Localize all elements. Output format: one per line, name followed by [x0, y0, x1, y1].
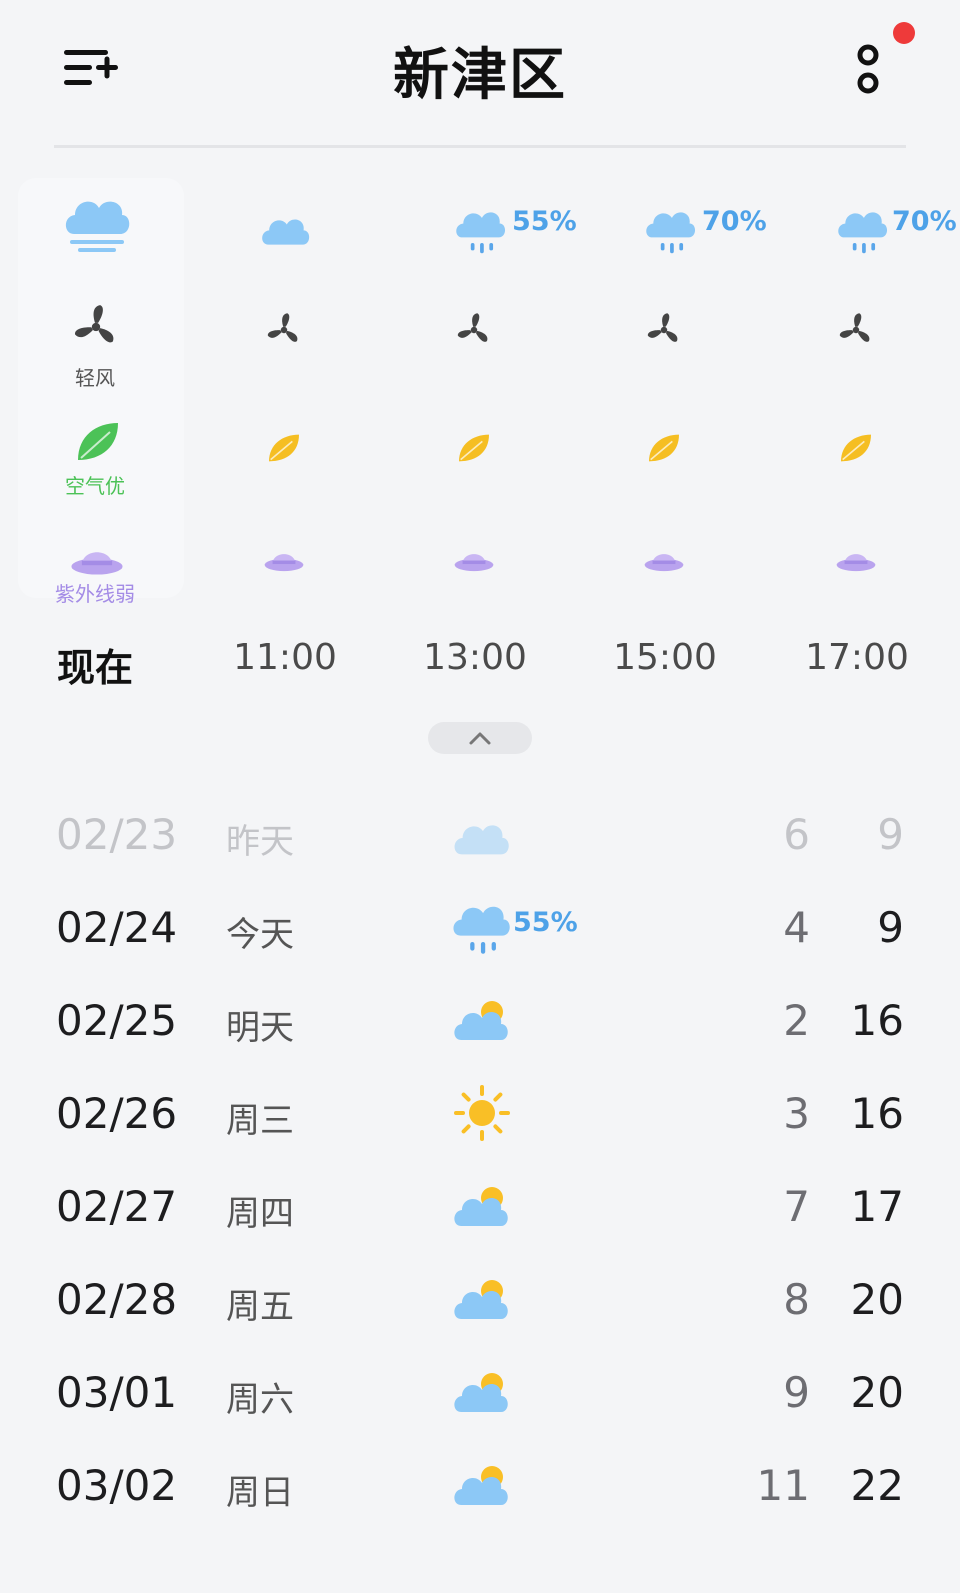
daily-high-temp: 17: [850, 1182, 904, 1231]
daily-day: 周五: [226, 1287, 294, 1327]
sun-icon: [454, 1085, 510, 1141]
daily-day: 明天: [226, 1008, 294, 1048]
daily-day: 周三: [226, 1101, 294, 1141]
daily-day: 昨天: [226, 822, 294, 862]
daily-date: 02/28: [56, 1275, 178, 1324]
hourly-forecast[interactable]: 轻风 空气优 紫外线弱 现在 11:00 55% 13:00 70% 15:00…: [0, 150, 960, 710]
daily-high-temp: 9: [877, 810, 904, 859]
daily-high-temp: 9: [877, 903, 904, 952]
hourly-time: 15:00: [613, 637, 717, 678]
daily-date: 02/26: [56, 1089, 178, 1138]
daily-row[interactable]: 03/01 周六 9 20: [0, 1350, 960, 1443]
wind-fan-icon: [838, 313, 872, 343]
daily-row[interactable]: 03/02 周日 11 22: [0, 1443, 960, 1536]
wind-fan-icon: [73, 305, 117, 344]
daily-day: 今天: [226, 915, 294, 955]
cloud-rain-icon: [646, 212, 696, 254]
daily-low-temp: 3: [783, 1089, 810, 1138]
divider: [54, 145, 906, 148]
hourly-column-now[interactable]: 轻风 空气优 紫外线弱 现在: [0, 150, 190, 710]
top-bar: 新津区: [0, 0, 960, 140]
cloud-fog-icon: [65, 201, 130, 252]
uv-hat-icon: [454, 554, 494, 572]
daily-low-temp: 11: [756, 1461, 810, 1510]
partly-cloudy-icon: [454, 1466, 508, 1505]
hourly-column[interactable]: 70% 17:00: [770, 150, 960, 710]
notification-dot: [893, 22, 915, 44]
partly-cloudy-icon: [454, 1280, 508, 1319]
daily-low-temp: 8: [783, 1275, 810, 1324]
daily-day: 周六: [226, 1380, 294, 1420]
hourly-time: 现在: [56, 646, 133, 690]
wind-label: 轻风: [75, 366, 115, 390]
daily-row[interactable]: 02/26 周三 3 16: [0, 1071, 960, 1164]
hourly-column[interactable]: 11:00: [190, 150, 380, 710]
daily-date: 03/01: [56, 1368, 178, 1417]
hourly-column[interactable]: 70% 15:00: [570, 150, 767, 710]
uv-hat-icon: [836, 554, 876, 572]
air-quality-label: 空气优: [65, 474, 125, 498]
collapse-button[interactable]: [428, 722, 532, 754]
uv-label: 紫外线弱: [55, 582, 135, 606]
hourly-time: 11:00: [233, 637, 337, 678]
leaf-icon: [268, 433, 300, 463]
daily-low-temp: 9: [783, 1368, 810, 1417]
precip-probability: 55%: [512, 206, 577, 237]
partly-cloudy-icon: [454, 1187, 508, 1226]
daily-high-temp: 16: [850, 1089, 904, 1138]
daily-date: 02/27: [56, 1182, 178, 1231]
daily-row[interactable]: 02/23 昨天 6 9: [0, 792, 960, 885]
wind-fan-icon: [646, 313, 680, 343]
hourly-time: 17:00: [805, 637, 909, 678]
daily-low-temp: 2: [783, 996, 810, 1045]
daily-date: 02/24: [56, 903, 178, 952]
daily-low-temp: 6: [783, 810, 810, 859]
daily-date: 02/25: [56, 996, 178, 1045]
daily-day: 周日: [226, 1473, 294, 1513]
partly-cloudy-icon: [454, 1001, 508, 1040]
daily-high-temp: 22: [850, 1461, 904, 1510]
hourly-column[interactable]: 55% 13:00: [380, 150, 577, 710]
precip-probability: 70%: [702, 206, 767, 237]
daily-row[interactable]: 02/28 周五 8 20: [0, 1257, 960, 1350]
daily-day: 周四: [226, 1194, 294, 1234]
daily-low-temp: 7: [783, 1182, 810, 1231]
leaf-icon: [648, 433, 680, 463]
cloud-icon: [454, 825, 509, 855]
leaf-icon: [458, 433, 490, 463]
daily-row[interactable]: 02/27 周四 7 17: [0, 1164, 960, 1257]
page-title: 新津区: [393, 43, 567, 108]
cloud-rain-icon: [453, 906, 510, 954]
daily-row[interactable]: 02/24 今天 55% 4 9: [0, 885, 960, 978]
chevron-up-icon: [469, 732, 491, 745]
uv-hat-icon: [264, 554, 304, 572]
uv-hat-icon: [71, 552, 123, 575]
cloud-rain-icon: [456, 212, 506, 254]
daily-date: 03/02: [56, 1461, 178, 1510]
precip-probability: 55%: [513, 907, 578, 938]
daily-high-temp: 20: [850, 1275, 904, 1324]
cloud-rain-icon: [838, 212, 888, 254]
daily-low-temp: 4: [783, 903, 810, 952]
daily-high-temp: 20: [850, 1368, 904, 1417]
hourly-time: 13:00: [423, 637, 527, 678]
partly-cloudy-icon: [454, 1373, 508, 1412]
daily-row[interactable]: 02/25 明天 2 16: [0, 978, 960, 1071]
daily-date: 02/23: [56, 810, 178, 859]
leaf-good-icon: [78, 423, 118, 460]
cloud-icon: [262, 219, 310, 245]
uv-hat-icon: [644, 554, 684, 572]
precip-probability: 70%: [892, 206, 957, 237]
wind-fan-icon: [456, 313, 490, 343]
leaf-icon: [840, 433, 872, 463]
more-vertical-icon[interactable]: [848, 40, 888, 100]
wind-fan-icon: [266, 313, 300, 343]
daily-high-temp: 16: [850, 996, 904, 1045]
